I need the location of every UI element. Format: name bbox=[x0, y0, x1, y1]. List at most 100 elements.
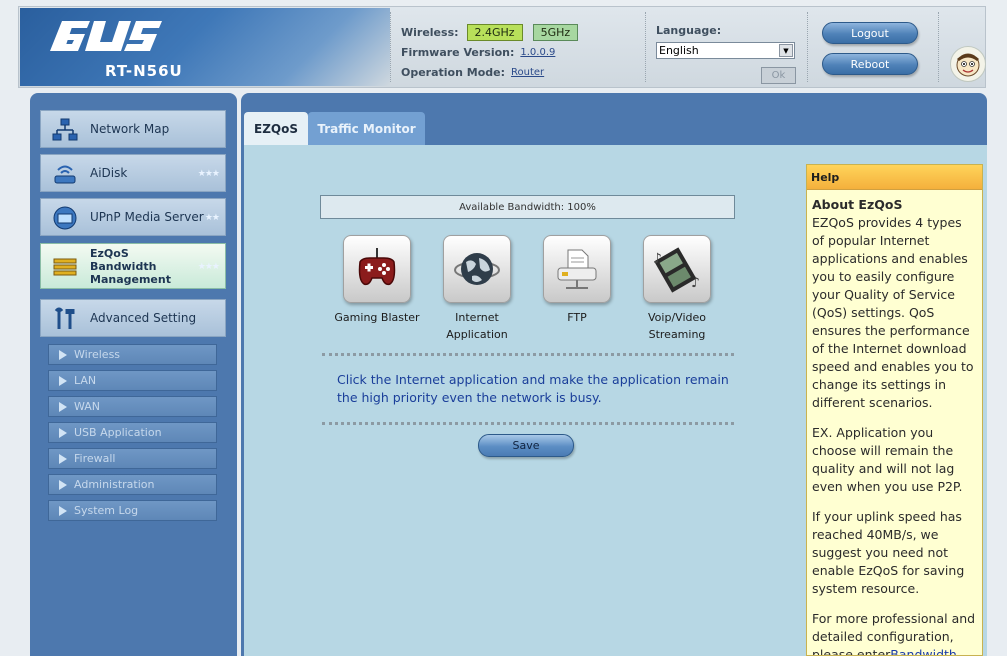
divider bbox=[390, 12, 391, 82]
submenu-item-wan[interactable]: WAN bbox=[48, 396, 217, 417]
band-5ghz-badge[interactable]: 5GHz bbox=[532, 23, 579, 41]
tools-icon bbox=[54, 307, 75, 329]
sidebar-item-advanced-setting[interactable]: Advanced Setting bbox=[40, 299, 226, 337]
language-select[interactable]: English ▼ bbox=[656, 42, 795, 59]
submenu-item-administration[interactable]: Administration bbox=[48, 474, 217, 495]
chevron-down-icon[interactable]: ▼ bbox=[779, 44, 793, 57]
sidebar-item-label: EzQoS Bandwidth Management bbox=[90, 246, 171, 286]
help-paragraph: EX. Application you choose will remain t… bbox=[812, 425, 963, 494]
language-label: Language: bbox=[656, 24, 722, 37]
header: RT-N56U Wireless: 2.4GHz 5GHz Firmware V… bbox=[0, 0, 1007, 90]
app-label: Voip/Video Streaming bbox=[648, 311, 706, 341]
help-title: About EzQoS bbox=[812, 197, 903, 212]
submenu-item-label: WAN bbox=[74, 400, 101, 413]
divider bbox=[322, 422, 734, 425]
asus-logo bbox=[50, 21, 162, 51]
sidebar: Network Map AiDisk ★★★ UPnP Media Server… bbox=[30, 93, 237, 656]
divider bbox=[322, 353, 734, 356]
svg-text:♪: ♪ bbox=[653, 251, 662, 267]
triangle-right-icon bbox=[59, 376, 67, 386]
app-label: FTP bbox=[567, 311, 587, 324]
reboot-button[interactable]: Reboot bbox=[822, 53, 918, 75]
ezqos-icon bbox=[53, 258, 77, 276]
help-body: About EzQoS EZQoS provides 4 types of po… bbox=[807, 190, 982, 655]
ftp-icon bbox=[557, 249, 597, 289]
divider bbox=[807, 12, 808, 82]
language-ok-button[interactable]: Ok bbox=[761, 67, 796, 84]
app-internet-application[interactable]: Internet Application bbox=[427, 235, 527, 343]
network-map-icon bbox=[52, 118, 78, 141]
triangle-right-icon bbox=[59, 506, 67, 516]
upnp-icon bbox=[53, 206, 77, 230]
app-label: Internet Application bbox=[446, 311, 508, 341]
sidebar-item-ezqos[interactable]: EzQoS Bandwidth Management ★★★ bbox=[40, 243, 226, 289]
submenu-item-lan[interactable]: LAN bbox=[48, 370, 217, 391]
voip-video-streaming-button[interactable]: ♪ ♪ bbox=[643, 235, 711, 303]
submenu-item-label: Wireless bbox=[74, 348, 121, 361]
aidisk-icon bbox=[54, 165, 76, 184]
tab-ezqos[interactable]: EZQoS bbox=[244, 112, 308, 145]
divider bbox=[645, 12, 646, 82]
film-icon: ♪ ♪ bbox=[653, 247, 700, 293]
sidebar-item-label: Network Map bbox=[90, 122, 170, 136]
svg-text:♪: ♪ bbox=[691, 275, 700, 291]
submenu-item-wireless[interactable]: Wireless bbox=[48, 344, 217, 365]
band-24ghz-badge[interactable]: 2.4GHz bbox=[466, 23, 523, 41]
app-voip-video-streaming[interactable]: ♪ ♪ Voip/Video Streaming bbox=[627, 235, 727, 343]
mascot-icon bbox=[956, 53, 980, 77]
submenu-item-usb-application[interactable]: USB Application bbox=[48, 422, 217, 443]
language-block: Language: English ▼ Ok bbox=[656, 24, 796, 84]
main-panel: EZQoS Traffic Monitor Available Bandwidt… bbox=[241, 93, 987, 656]
app-label: Gaming Blaster bbox=[334, 311, 420, 324]
bandwidth-bar: Available Bandwidth: 100% bbox=[320, 195, 735, 219]
language-value: English bbox=[659, 44, 699, 57]
triangle-right-icon bbox=[59, 402, 67, 412]
gamepad-icon bbox=[358, 248, 396, 286]
sidebar-item-label: UPnP Media Server bbox=[90, 210, 204, 224]
app-ftp[interactable]: FTP bbox=[527, 235, 627, 326]
logo-panel: RT-N56U bbox=[20, 8, 390, 86]
sidebar-item-label: AiDisk bbox=[90, 166, 128, 180]
save-button[interactable]: Save bbox=[478, 434, 574, 457]
triangle-right-icon bbox=[59, 428, 67, 438]
app-gaming-blaster[interactable]: Gaming Blaster bbox=[327, 235, 427, 326]
sidebar-item-label: Advanced Setting bbox=[90, 311, 197, 325]
firmware-version-link[interactable]: 1.0.0.9 bbox=[520, 47, 555, 58]
submenu-item-label: Firewall bbox=[74, 452, 116, 465]
logout-button[interactable]: Logout bbox=[822, 22, 918, 44]
sidebar-item-network-map[interactable]: Network Map bbox=[40, 110, 226, 148]
operation-mode-label: Operation Mode: bbox=[401, 65, 506, 79]
globe-icon bbox=[454, 253, 500, 285]
star-icon: ★★★ bbox=[197, 262, 220, 272]
status-block: Wireless: 2.4GHz 5GHz Firmware Version: … bbox=[401, 22, 579, 82]
help-panel: Help About EzQoS EZQoS provides 4 types … bbox=[806, 164, 983, 656]
submenu-item-system-log[interactable]: System Log bbox=[48, 500, 217, 521]
star-icon: ★★ bbox=[204, 213, 220, 223]
triangle-right-icon bbox=[59, 350, 67, 360]
submenu-item-label: LAN bbox=[74, 374, 97, 387]
submenu-item-label: Administration bbox=[74, 478, 155, 491]
content-area: Available Bandwidth: 100% Gaming Blaster bbox=[244, 145, 987, 656]
sidebar-item-aidisk[interactable]: AiDisk ★★★ bbox=[40, 154, 226, 192]
tab-traffic-monitor[interactable]: Traffic Monitor bbox=[308, 112, 425, 145]
firmware-label: Firmware Version: bbox=[401, 45, 515, 59]
gaming-blaster-button[interactable] bbox=[343, 235, 411, 303]
help-header: Help bbox=[807, 165, 982, 190]
submenu-item-firewall[interactable]: Firewall bbox=[48, 448, 217, 469]
description-text: Click the Internet application and make … bbox=[337, 372, 729, 405]
help-paragraph: For more professional and detailed confi… bbox=[812, 610, 977, 655]
wireless-label: Wireless: bbox=[401, 25, 459, 39]
triangle-right-icon bbox=[59, 480, 67, 490]
help-paragraph: If your uplink speed has reached 40MB/s,… bbox=[812, 509, 965, 596]
model-name: RT-N56U bbox=[105, 62, 183, 80]
triangle-right-icon bbox=[59, 454, 67, 464]
operation-mode-link[interactable]: Router bbox=[511, 67, 544, 78]
ftp-button[interactable] bbox=[543, 235, 611, 303]
help-paragraph: EZQoS provides 4 types of popular Intern… bbox=[812, 215, 974, 410]
sidebar-item-upnp-media-server[interactable]: UPnP Media Server ★★ bbox=[40, 198, 226, 236]
internet-application-button[interactable] bbox=[443, 235, 511, 303]
avatar[interactable] bbox=[950, 46, 986, 82]
bandwidth-link[interactable]: Bandwidth bbox=[890, 647, 957, 655]
submenu-item-label: USB Application bbox=[74, 426, 162, 439]
submenu-item-label: System Log bbox=[74, 504, 139, 517]
